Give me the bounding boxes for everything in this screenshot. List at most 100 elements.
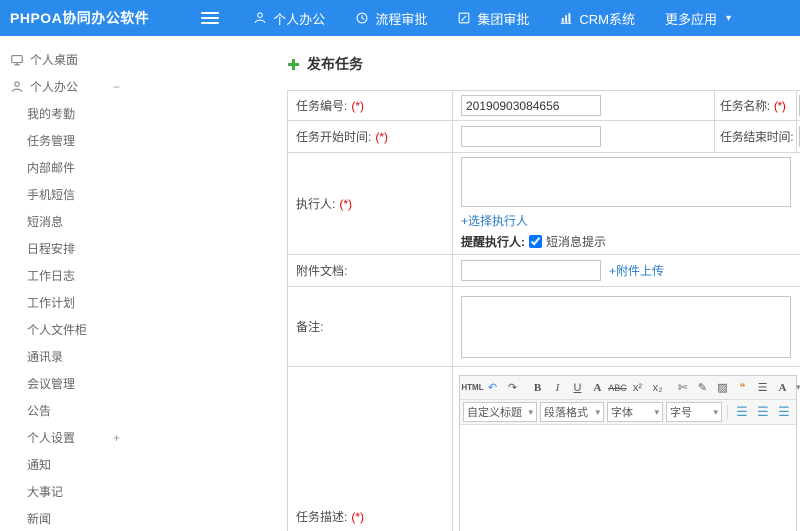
page-title: 发布任务	[307, 56, 363, 72]
nav-crm-system[interactable]: CRM系统	[559, 9, 635, 28]
sidebar-item-news[interactable]: 新闻	[0, 505, 132, 531]
rich-text-editor: HTML ↶ ↷ B I U A ABC x² x₂ ✄ ✎ ▨ ❝ ☰ A ▾…	[459, 375, 800, 531]
nav-label: 更多应用	[664, 11, 717, 27]
sidebar-item-notification[interactable]: 通知	[0, 451, 132, 478]
select-label: 段落格式	[544, 407, 588, 419]
italic-button[interactable]: I	[548, 378, 567, 397]
select-label: 字号	[670, 407, 692, 419]
required-mark: (*)	[375, 130, 389, 144]
sidebar-item-label: 内部邮件	[27, 161, 76, 175]
nav-label: 集团审批	[477, 11, 530, 27]
menu-toggle-icon[interactable]	[201, 12, 220, 24]
main-content: 发布任务 任务编号:(*) 任务名称:(*) 任务开始时间:(*) 任务结束时间…	[132, 36, 800, 531]
sms-remind-checkbox[interactable]	[529, 235, 542, 248]
executor-textarea[interactable]	[461, 157, 791, 207]
task-number-row: 任务编号:(*) 任务名称:(*)	[287, 90, 800, 121]
field-cell: +选择执行人 提醒执行人: 短消息提示	[452, 152, 800, 255]
font-button[interactable]: A	[588, 378, 607, 397]
sidebar-item-meeting[interactable]: 会议管理	[0, 370, 132, 397]
field-label: 任务描述: (*)	[287, 366, 453, 531]
heading-select[interactable]: 自定义标题 ▾	[463, 402, 537, 422]
align-center-button[interactable]: ☰	[754, 403, 772, 422]
executor-row: 执行人: (*) +选择执行人 提醒执行人: 短消息提示	[287, 152, 800, 255]
select-label: 自定义标题	[467, 407, 522, 419]
blockquote-button[interactable]: ❝	[733, 378, 752, 397]
sidebar-item-short-message[interactable]: 短消息	[0, 208, 132, 235]
text-color-button[interactable]: A	[773, 378, 792, 397]
sidebar-item-desktop[interactable]: 个人桌面	[0, 46, 132, 73]
html-source-button[interactable]: HTML	[461, 378, 483, 397]
font-size-select[interactable]: 字号 ▾	[666, 402, 722, 422]
sidebar-item-milestones[interactable]: 大事记	[0, 478, 132, 505]
font-family-select[interactable]: 字体 ▾	[607, 402, 663, 422]
field-cell	[452, 120, 715, 153]
strikethrough-button[interactable]: ABC	[608, 378, 627, 397]
align-right-button[interactable]: ☰	[775, 403, 793, 422]
sidebar-item-label: 任务管理	[27, 134, 76, 148]
editor-content-area[interactable]	[460, 425, 796, 531]
field-cell	[796, 90, 800, 121]
superscript-button[interactable]: x²	[628, 378, 647, 397]
nav-process-approval[interactable]: 流程审批	[355, 9, 427, 28]
sidebar-item-file-cabinet[interactable]: 个人文件柜	[0, 316, 132, 343]
attachment-row: 附件文档: +附件上传	[287, 254, 800, 287]
sidebar-item-sms[interactable]: 手机短信	[0, 181, 132, 208]
sidebar-item-work-log[interactable]: 工作日志	[0, 262, 132, 289]
bar-chart-icon	[559, 11, 573, 25]
format-brush-button[interactable]: ✎	[693, 378, 712, 397]
nav-personal-office[interactable]: 个人办公	[253, 9, 325, 28]
sidebar-item-work-plan[interactable]: 工作计划	[0, 289, 132, 316]
task-number-input[interactable]	[461, 95, 601, 116]
field-label: 任务名称: (*)	[714, 90, 797, 121]
field-label: 执行人: (*)	[287, 152, 453, 255]
collapse-icon[interactable]: −	[113, 80, 120, 94]
remark-textarea[interactable]	[461, 295, 791, 358]
attachment-upload-link[interactable]: +附件上传	[609, 262, 664, 279]
start-time-input[interactable]	[461, 126, 601, 147]
topbar: PHPOA协同办公软件 个人办公 流程审批 集团审批 CRM系统 更多应用 ▾	[0, 0, 800, 36]
undo-button[interactable]: ↶	[483, 378, 502, 397]
expand-icon[interactable]: +	[113, 431, 120, 445]
subscript-button[interactable]: x₂	[648, 378, 667, 397]
sidebar-item-schedule[interactable]: 日程安排	[0, 235, 132, 262]
sidebar-group-personal-office[interactable]: 个人办公 −	[0, 73, 132, 100]
field-label: 任务开始时间: (*)	[287, 120, 453, 153]
select-executor-link[interactable]: +选择执行人	[461, 214, 528, 228]
sidebar-item-label: 手机短信	[27, 188, 76, 202]
label-text: 任务结束时间:	[720, 130, 794, 144]
underline-button[interactable]: U	[568, 378, 587, 397]
label-text: 任务描述:	[296, 510, 348, 524]
align-left-button[interactable]: ☰	[733, 403, 751, 422]
sidebar-item-task-management[interactable]: 任务管理	[0, 127, 132, 154]
required-mark: (*)	[351, 510, 365, 524]
nav-label: 流程审批	[375, 11, 428, 27]
field-cell: HTML ↶ ↷ B I U A ABC x² x₂ ✄ ✎ ▨ ❝ ☰ A ▾…	[452, 366, 800, 531]
field-label: 任务编号: (*)	[287, 90, 453, 121]
remark-row: 备注:	[287, 286, 800, 367]
app-logo: PHPOA协同办公软件	[10, 10, 150, 26]
caret-down-icon: ▾	[796, 382, 800, 392]
nav-more-apps[interactable]: 更多应用 ▾	[665, 9, 731, 28]
nav-group-approval[interactable]: 集团审批	[457, 9, 529, 28]
sidebar-item-label: 通讯录	[27, 350, 64, 364]
sidebar-item-contacts[interactable]: 通讯录	[0, 343, 132, 370]
sms-remind-label: 短消息提示	[546, 235, 607, 249]
sidebar-item-attendance[interactable]: 我的考勤	[0, 100, 132, 127]
sidebar-item-announcement[interactable]: 公告	[0, 397, 132, 424]
label-text: 任务开始时间:	[296, 130, 372, 144]
caret-down-icon: ▾	[654, 406, 659, 417]
sidebar-group-personal-settings[interactable]: 个人设置 +	[0, 424, 132, 451]
sidebar-item-label: 我的考勤	[27, 107, 76, 121]
bold-button[interactable]: B	[528, 378, 547, 397]
person-icon	[253, 11, 267, 25]
cut-button[interactable]: ✄	[673, 378, 692, 397]
sidebar-item-internal-mail[interactable]: 内部邮件	[0, 154, 132, 181]
fill-color-button[interactable]: ▨	[713, 378, 732, 397]
paragraph-button[interactable]: ☰	[753, 378, 772, 397]
paragraph-format-select[interactable]: 段落格式 ▾	[540, 402, 604, 422]
remind-label: 提醒执行人:	[461, 235, 525, 249]
sidebar-group-label: 个人设置	[27, 431, 76, 445]
attachment-input[interactable]	[461, 260, 601, 281]
redo-button[interactable]: ↷	[503, 378, 522, 397]
sidebar-item-label: 新闻	[27, 512, 52, 526]
